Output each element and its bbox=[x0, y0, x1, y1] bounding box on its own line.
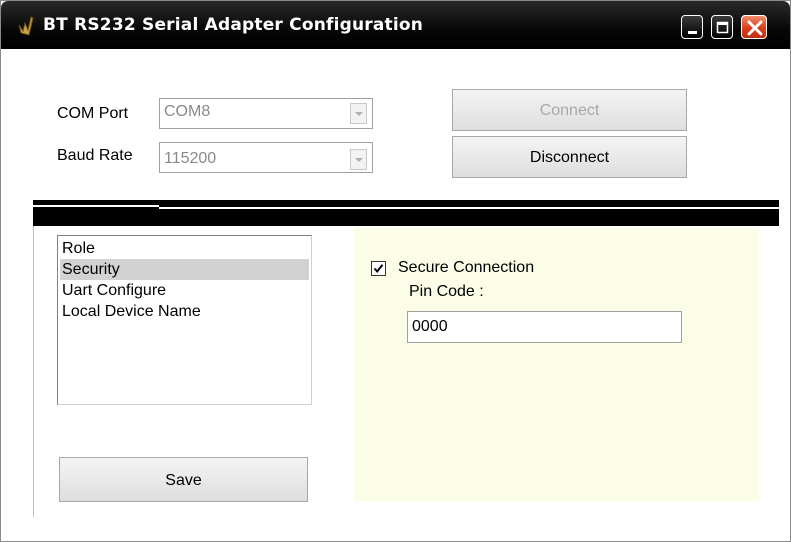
disconnect-button[interactable]: Disconnect bbox=[452, 136, 687, 178]
app-icon bbox=[18, 16, 34, 36]
list-item-role[interactable]: Role bbox=[60, 238, 309, 259]
chevron-down-icon[interactable] bbox=[350, 103, 367, 124]
com-port-value: COM8 bbox=[164, 103, 211, 120]
checkmark-icon bbox=[373, 264, 384, 274]
list-item-local-device-name[interactable]: Local Device Name bbox=[60, 301, 309, 322]
app-window: BT RS232 Serial Adapter Configuration CO… bbox=[0, 0, 791, 542]
pin-code-value: 0000 bbox=[412, 318, 448, 335]
title-bar[interactable]: BT RS232 Serial Adapter Configuration bbox=[1, 1, 790, 49]
close-icon bbox=[747, 20, 763, 36]
baud-rate-label: Baud Rate bbox=[57, 147, 133, 164]
list-item-uart-configure[interactable]: Uart Configure bbox=[60, 280, 309, 301]
save-button[interactable]: Save bbox=[59, 457, 308, 502]
chevron-down-icon[interactable] bbox=[350, 149, 367, 170]
minimize-button[interactable] bbox=[681, 15, 703, 39]
tab-divider bbox=[159, 207, 779, 209]
window-title: BT RS232 Serial Adapter Configuration bbox=[43, 15, 424, 35]
minimize-icon bbox=[688, 31, 697, 34]
settings-list[interactable]: Role Security Uart Configure Local Devic… bbox=[57, 235, 312, 405]
pin-code-label: Pin Code : bbox=[409, 283, 484, 300]
list-item-security[interactable]: Security bbox=[60, 259, 309, 280]
tab-strip bbox=[33, 200, 779, 226]
pin-code-input[interactable]: 0000 bbox=[407, 311, 682, 343]
maximize-button[interactable] bbox=[711, 15, 733, 39]
secure-connection-label[interactable]: Secure Connection bbox=[398, 259, 534, 277]
tab-divider bbox=[33, 205, 159, 207]
com-port-label: COM Port bbox=[57, 105, 129, 122]
secure-connection-checkbox[interactable] bbox=[371, 261, 386, 276]
com-port-select[interactable]: COM8 bbox=[159, 98, 373, 129]
close-button[interactable] bbox=[741, 15, 767, 39]
maximize-icon bbox=[716, 21, 729, 34]
baud-rate-select[interactable]: 115200 bbox=[159, 142, 373, 173]
connect-button[interactable]: Connect bbox=[452, 89, 687, 131]
baud-rate-value: 115200 bbox=[164, 150, 217, 167]
